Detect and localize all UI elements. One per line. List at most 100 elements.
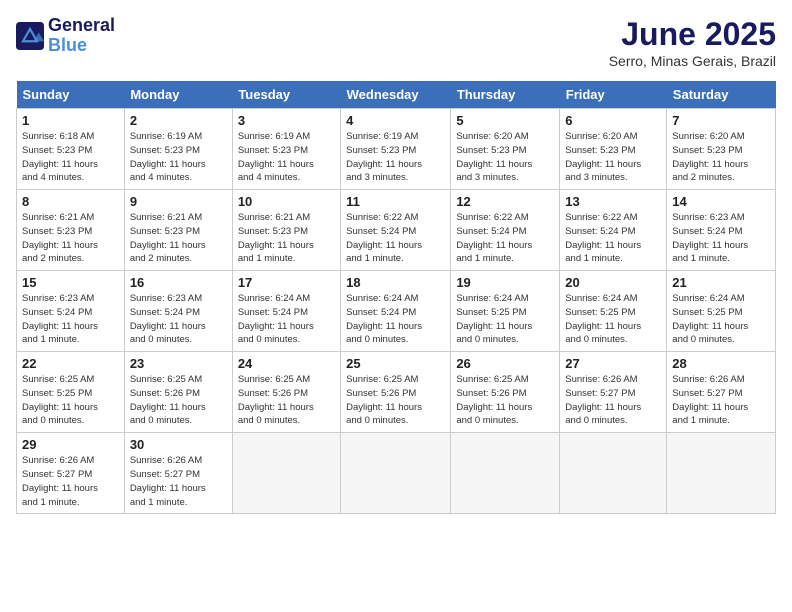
header-wednesday: Wednesday <box>341 81 451 109</box>
table-row: 23 Sunrise: 6:25 AMSunset: 5:26 PMDaylig… <box>124 352 232 433</box>
table-row: 25 Sunrise: 6:25 AMSunset: 5:26 PMDaylig… <box>341 352 451 433</box>
day-number: 13 <box>565 194 661 209</box>
title-block: June 2025 Serro, Minas Gerais, Brazil <box>609 16 776 69</box>
day-detail: Sunrise: 6:23 AMSunset: 5:24 PMDaylight:… <box>130 292 227 347</box>
table-row: 17 Sunrise: 6:24 AMSunset: 5:24 PMDaylig… <box>232 271 340 352</box>
logo-icon <box>16 22 44 50</box>
day-detail: Sunrise: 6:19 AMSunset: 5:23 PMDaylight:… <box>238 130 335 185</box>
table-row: 1 Sunrise: 6:18 AMSunset: 5:23 PMDayligh… <box>17 109 125 190</box>
logo: GeneralBlue <box>16 16 115 56</box>
table-row <box>232 433 340 514</box>
calendar-week-row: 22 Sunrise: 6:25 AMSunset: 5:25 PMDaylig… <box>17 352 776 433</box>
table-row: 3 Sunrise: 6:19 AMSunset: 5:23 PMDayligh… <box>232 109 340 190</box>
day-detail: Sunrise: 6:22 AMSunset: 5:24 PMDaylight:… <box>346 211 445 266</box>
day-detail: Sunrise: 6:20 AMSunset: 5:23 PMDaylight:… <box>672 130 770 185</box>
table-row: 18 Sunrise: 6:24 AMSunset: 5:24 PMDaylig… <box>341 271 451 352</box>
day-number: 17 <box>238 275 335 290</box>
table-row: 27 Sunrise: 6:26 AMSunset: 5:27 PMDaylig… <box>560 352 667 433</box>
header-friday: Friday <box>560 81 667 109</box>
day-detail: Sunrise: 6:25 AMSunset: 5:26 PMDaylight:… <box>238 373 335 428</box>
day-detail: Sunrise: 6:26 AMSunset: 5:27 PMDaylight:… <box>22 454 119 509</box>
table-row: 11 Sunrise: 6:22 AMSunset: 5:24 PMDaylig… <box>341 190 451 271</box>
table-row: 10 Sunrise: 6:21 AMSunset: 5:23 PMDaylig… <box>232 190 340 271</box>
day-detail: Sunrise: 6:24 AMSunset: 5:24 PMDaylight:… <box>346 292 445 347</box>
page-header: GeneralBlue June 2025 Serro, Minas Gerai… <box>16 16 776 69</box>
table-row: 20 Sunrise: 6:24 AMSunset: 5:25 PMDaylig… <box>560 271 667 352</box>
day-number: 15 <box>22 275 119 290</box>
header-tuesday: Tuesday <box>232 81 340 109</box>
calendar-week-row: 8 Sunrise: 6:21 AMSunset: 5:23 PMDayligh… <box>17 190 776 271</box>
day-number: 30 <box>130 437 227 452</box>
table-row <box>451 433 560 514</box>
table-row: 22 Sunrise: 6:25 AMSunset: 5:25 PMDaylig… <box>17 352 125 433</box>
day-detail: Sunrise: 6:21 AMSunset: 5:23 PMDaylight:… <box>22 211 119 266</box>
table-row: 6 Sunrise: 6:20 AMSunset: 5:23 PMDayligh… <box>560 109 667 190</box>
day-number: 11 <box>346 194 445 209</box>
day-detail: Sunrise: 6:24 AMSunset: 5:25 PMDaylight:… <box>672 292 770 347</box>
table-row: 9 Sunrise: 6:21 AMSunset: 5:23 PMDayligh… <box>124 190 232 271</box>
day-number: 21 <box>672 275 770 290</box>
day-detail: Sunrise: 6:23 AMSunset: 5:24 PMDaylight:… <box>672 211 770 266</box>
table-row: 24 Sunrise: 6:25 AMSunset: 5:26 PMDaylig… <box>232 352 340 433</box>
day-detail: Sunrise: 6:20 AMSunset: 5:23 PMDaylight:… <box>456 130 554 185</box>
table-row: 21 Sunrise: 6:24 AMSunset: 5:25 PMDaylig… <box>667 271 776 352</box>
day-number: 8 <box>22 194 119 209</box>
table-row: 14 Sunrise: 6:23 AMSunset: 5:24 PMDaylig… <box>667 190 776 271</box>
day-detail: Sunrise: 6:26 AMSunset: 5:27 PMDaylight:… <box>672 373 770 428</box>
day-detail: Sunrise: 6:24 AMSunset: 5:25 PMDaylight:… <box>565 292 661 347</box>
day-number: 7 <box>672 113 770 128</box>
calendar-week-row: 1 Sunrise: 6:18 AMSunset: 5:23 PMDayligh… <box>17 109 776 190</box>
day-number: 29 <box>22 437 119 452</box>
day-detail: Sunrise: 6:22 AMSunset: 5:24 PMDaylight:… <box>456 211 554 266</box>
location: Serro, Minas Gerais, Brazil <box>609 53 776 69</box>
table-row: 7 Sunrise: 6:20 AMSunset: 5:23 PMDayligh… <box>667 109 776 190</box>
table-row <box>560 433 667 514</box>
day-number: 16 <box>130 275 227 290</box>
day-detail: Sunrise: 6:20 AMSunset: 5:23 PMDaylight:… <box>565 130 661 185</box>
day-detail: Sunrise: 6:23 AMSunset: 5:24 PMDaylight:… <box>22 292 119 347</box>
day-detail: Sunrise: 6:19 AMSunset: 5:23 PMDaylight:… <box>130 130 227 185</box>
day-number: 19 <box>456 275 554 290</box>
header-thursday: Thursday <box>451 81 560 109</box>
day-detail: Sunrise: 6:26 AMSunset: 5:27 PMDaylight:… <box>565 373 661 428</box>
day-detail: Sunrise: 6:22 AMSunset: 5:24 PMDaylight:… <box>565 211 661 266</box>
day-number: 3 <box>238 113 335 128</box>
table-row: 12 Sunrise: 6:22 AMSunset: 5:24 PMDaylig… <box>451 190 560 271</box>
header-saturday: Saturday <box>667 81 776 109</box>
weekday-header-row: Sunday Monday Tuesday Wednesday Thursday… <box>17 81 776 109</box>
table-row: 8 Sunrise: 6:21 AMSunset: 5:23 PMDayligh… <box>17 190 125 271</box>
table-row: 29 Sunrise: 6:26 AMSunset: 5:27 PMDaylig… <box>17 433 125 514</box>
day-number: 9 <box>130 194 227 209</box>
table-row: 13 Sunrise: 6:22 AMSunset: 5:24 PMDaylig… <box>560 190 667 271</box>
calendar-week-row: 15 Sunrise: 6:23 AMSunset: 5:24 PMDaylig… <box>17 271 776 352</box>
month-title: June 2025 <box>609 16 776 53</box>
day-detail: Sunrise: 6:19 AMSunset: 5:23 PMDaylight:… <box>346 130 445 185</box>
calendar-week-row: 29 Sunrise: 6:26 AMSunset: 5:27 PMDaylig… <box>17 433 776 514</box>
table-row <box>667 433 776 514</box>
day-detail: Sunrise: 6:24 AMSunset: 5:24 PMDaylight:… <box>238 292 335 347</box>
day-number: 23 <box>130 356 227 371</box>
day-detail: Sunrise: 6:18 AMSunset: 5:23 PMDaylight:… <box>22 130 119 185</box>
day-number: 28 <box>672 356 770 371</box>
day-number: 20 <box>565 275 661 290</box>
table-row: 30 Sunrise: 6:26 AMSunset: 5:27 PMDaylig… <box>124 433 232 514</box>
day-number: 18 <box>346 275 445 290</box>
day-number: 5 <box>456 113 554 128</box>
day-number: 27 <box>565 356 661 371</box>
table-row: 16 Sunrise: 6:23 AMSunset: 5:24 PMDaylig… <box>124 271 232 352</box>
header-monday: Monday <box>124 81 232 109</box>
day-number: 25 <box>346 356 445 371</box>
table-row: 5 Sunrise: 6:20 AMSunset: 5:23 PMDayligh… <box>451 109 560 190</box>
day-number: 14 <box>672 194 770 209</box>
day-number: 10 <box>238 194 335 209</box>
table-row: 2 Sunrise: 6:19 AMSunset: 5:23 PMDayligh… <box>124 109 232 190</box>
calendar-table: Sunday Monday Tuesday Wednesday Thursday… <box>16 81 776 514</box>
day-detail: Sunrise: 6:21 AMSunset: 5:23 PMDaylight:… <box>130 211 227 266</box>
table-row <box>341 433 451 514</box>
day-number: 26 <box>456 356 554 371</box>
day-number: 6 <box>565 113 661 128</box>
logo-text: GeneralBlue <box>48 16 115 56</box>
day-number: 22 <box>22 356 119 371</box>
table-row: 28 Sunrise: 6:26 AMSunset: 5:27 PMDaylig… <box>667 352 776 433</box>
day-detail: Sunrise: 6:25 AMSunset: 5:26 PMDaylight:… <box>346 373 445 428</box>
